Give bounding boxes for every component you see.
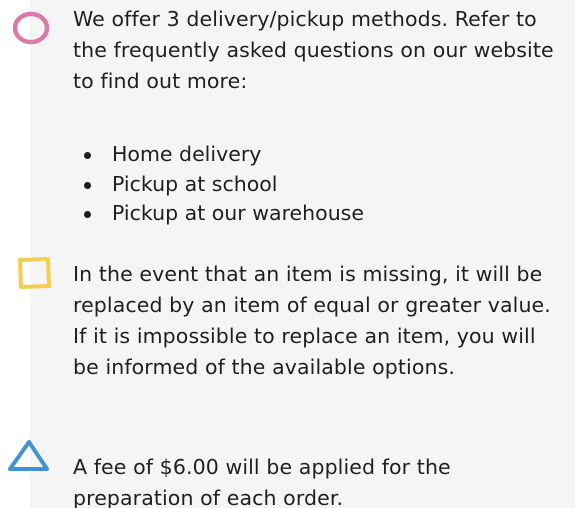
preparation-fee-section: A fee of $6.00 will be applied for the p… bbox=[73, 452, 568, 508]
missing-item-text: In the event that an item is missing, it… bbox=[73, 262, 551, 379]
missing-item-section: In the event that an item is missing, it… bbox=[73, 259, 568, 383]
list-item: Home delivery bbox=[79, 140, 364, 170]
delivery-methods-text: We offer 3 delivery/pickup methods. Refe… bbox=[73, 7, 554, 93]
list-item: Pickup at school bbox=[79, 170, 364, 200]
list-item: Pickup at our warehouse bbox=[79, 199, 364, 229]
preparation-fee-text: A fee of $6.00 will be applied for the p… bbox=[73, 455, 451, 508]
triangle-icon bbox=[8, 440, 49, 471]
square-icon bbox=[18, 257, 51, 289]
delivery-methods-list: Home delivery Pickup at school Pickup at… bbox=[79, 140, 364, 229]
delivery-methods-section: We offer 3 delivery/pickup methods. Refe… bbox=[73, 4, 568, 97]
circle-icon bbox=[12, 11, 50, 45]
